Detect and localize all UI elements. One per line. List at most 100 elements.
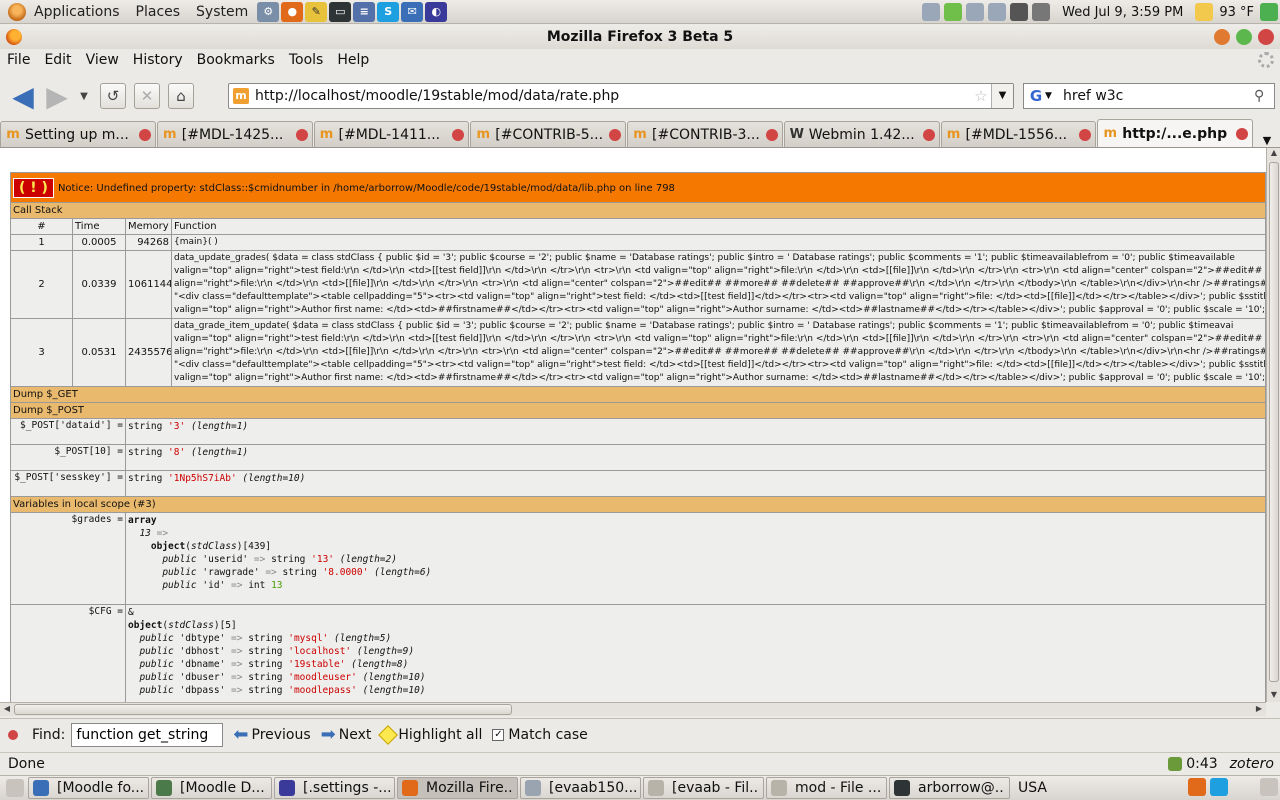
close-find-bar-icon[interactable] xyxy=(8,729,18,740)
stop-icon[interactable]: ✕ xyxy=(134,83,160,109)
tab-webmin[interactable]: W Webmin 1.42... xyxy=(783,121,940,147)
zotero-button[interactable]: zotero xyxy=(1230,756,1274,772)
menu-bookmarks[interactable]: Bookmarks xyxy=(190,52,282,68)
task-evaab150[interactable]: [evaab150... xyxy=(520,777,641,799)
tab-contrib-5[interactable]: m [#CONTRIB-5... xyxy=(470,121,626,147)
minimize-icon[interactable] xyxy=(1214,29,1230,45)
network-tray-icon[interactable] xyxy=(988,3,1007,21)
task-evaab-file[interactable]: [evaab - Fil... xyxy=(643,777,764,799)
firefox-launcher-icon[interactable]: ● xyxy=(281,1,304,22)
tab-mdl-1411[interactable]: m [#MDL-1411... xyxy=(313,121,470,147)
network-manager-launcher-icon[interactable]: ≡ xyxy=(353,1,376,22)
user-switch-icon[interactable] xyxy=(1260,3,1278,21)
google-engine-icon[interactable]: G xyxy=(1027,87,1045,105)
weather-temperature[interactable]: 93 °F xyxy=(1215,5,1258,20)
signal-icon[interactable] xyxy=(1010,3,1029,21)
task-mozilla-firefox[interactable]: Mozilla Fire... xyxy=(397,777,518,799)
find-previous-button[interactable]: ⬅ Previous xyxy=(233,724,310,745)
engine-dropdown-icon[interactable]: ▼ xyxy=(1045,91,1059,101)
close-tab-icon[interactable] xyxy=(609,128,621,141)
firefox-tray-icon[interactable] xyxy=(1188,778,1206,796)
close-tab-icon[interactable] xyxy=(1079,128,1092,141)
tab-mdl-1556[interactable]: m [#MDL-1556... xyxy=(940,121,1097,147)
scroll-right-icon[interactable]: ▶ xyxy=(1252,704,1266,716)
close-window-icon[interactable] xyxy=(1258,29,1274,45)
skype-launcher-icon[interactable]: S xyxy=(377,1,400,22)
forward-arrow-icon[interactable]: ▶ xyxy=(40,79,74,113)
eclipse-task-icon xyxy=(279,780,295,796)
find-label: Find: xyxy=(32,726,66,743)
close-tab-icon[interactable] xyxy=(295,128,308,141)
task-settings[interactable]: [.settings -... xyxy=(274,777,395,799)
magnifier-icon[interactable]: ⚲ xyxy=(1254,88,1274,104)
weather-icon[interactable] xyxy=(1195,3,1214,21)
task-label: Mozilla Fire... xyxy=(426,780,513,796)
vertical-scrollbar[interactable]: ▲ ▼ xyxy=(1266,148,1280,702)
reload-icon[interactable]: ↺ xyxy=(100,83,126,109)
search-input[interactable]: href w3c xyxy=(1059,88,1254,104)
history-dropdown-icon[interactable]: ▼ xyxy=(76,91,92,102)
tab-setting-up[interactable]: m Setting up m... xyxy=(0,121,156,147)
menu-history[interactable]: History xyxy=(126,52,190,68)
tab-list-dropdown-icon[interactable]: ▼ xyxy=(1254,134,1280,147)
string-value: '1Np5hS7iAb' xyxy=(168,473,237,484)
horizontal-scrollbar[interactable]: ◀ ▶ xyxy=(0,702,1266,716)
firefox-window-icon[interactable] xyxy=(6,29,22,45)
search-tray-icon[interactable] xyxy=(966,3,985,21)
maximize-icon[interactable] xyxy=(1236,29,1252,45)
thunderbird-launcher-icon[interactable]: ✉ xyxy=(401,1,424,22)
places-menu[interactable]: Places xyxy=(128,4,189,20)
url-bar[interactable]: m http://localhost/moodle/19stable/mod/d… xyxy=(228,83,1014,109)
task-terminal[interactable]: arborrow@... xyxy=(889,777,1010,799)
close-tab-icon[interactable] xyxy=(138,128,151,141)
show-desktop-icon[interactable] xyxy=(6,779,24,797)
search-bar[interactable]: G ▼ href w3c ⚲ xyxy=(1023,83,1275,109)
url-dropdown-icon[interactable]: ▼ xyxy=(991,84,1013,108)
find-input[interactable] xyxy=(71,722,224,747)
close-tab-icon[interactable] xyxy=(765,128,778,141)
close-tab-icon[interactable] xyxy=(1236,127,1248,140)
task-moodle-forum[interactable]: [Moodle fo... xyxy=(28,777,149,799)
task-mod-file[interactable]: mod - File ... xyxy=(766,777,887,799)
gnome-foot-icon[interactable] xyxy=(8,2,26,21)
horizontal-scroll-thumb[interactable] xyxy=(14,704,512,715)
trash-icon[interactable] xyxy=(1260,778,1278,796)
terminal-launcher-icon[interactable]: ▭ xyxy=(329,1,352,22)
tab-contrib-3[interactable]: m [#CONTRIB-3... xyxy=(627,121,783,147)
update-icon[interactable] xyxy=(944,3,963,21)
bookmark-star-icon[interactable]: ☆ xyxy=(971,87,991,105)
panel-clock[interactable]: Wed Jul 9, 3:59 PM xyxy=(1052,5,1193,20)
stopwatch-icon[interactable] xyxy=(1168,756,1183,771)
scroll-up-icon[interactable]: ▲ xyxy=(1267,148,1280,160)
scroll-left-icon[interactable]: ◀ xyxy=(0,704,14,716)
volume-icon[interactable] xyxy=(1032,3,1051,21)
network-launcher-icon[interactable]: ⚙ xyxy=(257,1,280,22)
clock-applet-icon[interactable] xyxy=(922,3,941,21)
keyboard-layout[interactable]: USA xyxy=(1018,780,1047,796)
close-tab-icon[interactable] xyxy=(922,128,935,141)
highlight-all-button[interactable]: Highlight all xyxy=(378,724,482,745)
menu-file[interactable]: File xyxy=(0,52,37,68)
find-next-button[interactable]: ➡ Next xyxy=(321,724,372,745)
menu-edit[interactable]: Edit xyxy=(37,52,78,68)
tab-rate-php[interactable]: m http:/...e.php xyxy=(1097,119,1253,147)
checkbox-icon[interactable]: ✓ xyxy=(492,728,505,741)
vertical-scroll-thumb[interactable] xyxy=(1269,162,1279,682)
task-moodle-d[interactable]: [Moodle D... xyxy=(151,777,272,799)
home-icon[interactable]: ⌂ xyxy=(168,83,194,109)
menu-help[interactable]: Help xyxy=(330,52,376,68)
notes-launcher-icon[interactable]: ✎ xyxy=(305,1,328,22)
back-arrow-icon[interactable]: ◀ xyxy=(6,79,40,113)
skype-tray-icon[interactable] xyxy=(1210,778,1228,796)
menu-tools[interactable]: Tools xyxy=(282,52,331,68)
eclipse-launcher-icon[interactable]: ◐ xyxy=(425,1,448,22)
url-input[interactable]: http://localhost/moodle/19stable/mod/dat… xyxy=(255,88,971,104)
system-menu[interactable]: System xyxy=(188,4,256,20)
match-case-checkbox[interactable]: ✓ Match case xyxy=(492,727,588,743)
tab-mdl-1425[interactable]: m [#MDL-1425... xyxy=(156,121,313,147)
close-tab-icon[interactable] xyxy=(452,128,465,141)
scroll-down-icon[interactable]: ▼ xyxy=(1267,690,1280,702)
applications-menu[interactable]: Applications xyxy=(26,4,128,20)
status-timer[interactable]: 0:43 xyxy=(1186,756,1217,772)
menu-view[interactable]: View xyxy=(79,52,126,68)
